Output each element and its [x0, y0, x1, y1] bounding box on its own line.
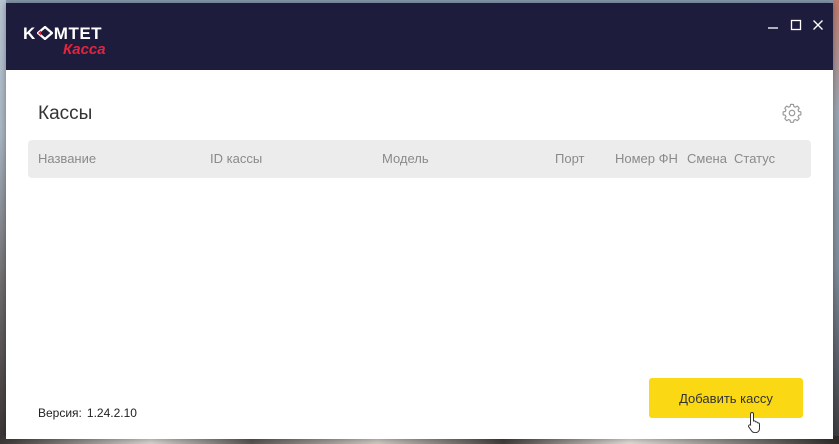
minimize-button[interactable]: [763, 15, 783, 35]
page-title: Кассы: [38, 103, 93, 124]
column-header-model[interactable]: Модель: [382, 140, 429, 178]
maximize-button[interactable]: [786, 15, 806, 35]
column-header-id[interactable]: ID кассы: [210, 140, 262, 178]
close-icon: [813, 20, 823, 30]
close-button[interactable]: [808, 15, 828, 35]
brand-name-prefix: K: [23, 24, 36, 43]
gear-icon: [782, 103, 802, 124]
brand-subtitle: Касса: [63, 41, 106, 58]
maximize-icon: [790, 19, 802, 31]
settings-button[interactable]: [781, 102, 803, 124]
version-value: 1.24.2.10: [86, 406, 137, 420]
version-label: Версия:: [38, 406, 82, 420]
brand-logo: K MTET Касса: [23, 24, 133, 64]
table-header: Название ID кассы Модель Порт Номер ФН С…: [28, 140, 811, 178]
app-window: K MTET Касса Кассы Название ID кассы Моде…: [6, 3, 833, 439]
column-header-port[interactable]: Порт: [555, 140, 584, 178]
title-bar[interactable]: K MTET Касса: [6, 3, 833, 70]
logo-diamond-icon: [36, 26, 53, 40]
add-register-button[interactable]: Добавить кассу: [649, 378, 803, 418]
column-header-name[interactable]: Название: [38, 140, 96, 178]
desktop-background-right: [833, 0, 839, 444]
column-header-shift[interactable]: Смена: [687, 140, 727, 178]
column-header-status[interactable]: Статус: [734, 140, 775, 178]
minimize-icon: [768, 27, 778, 29]
version-info: Версия: 1.24.2.10: [38, 405, 137, 421]
mouse-cursor-icon: [748, 411, 760, 433]
column-header-fn-number[interactable]: Номер ФН: [615, 140, 678, 178]
